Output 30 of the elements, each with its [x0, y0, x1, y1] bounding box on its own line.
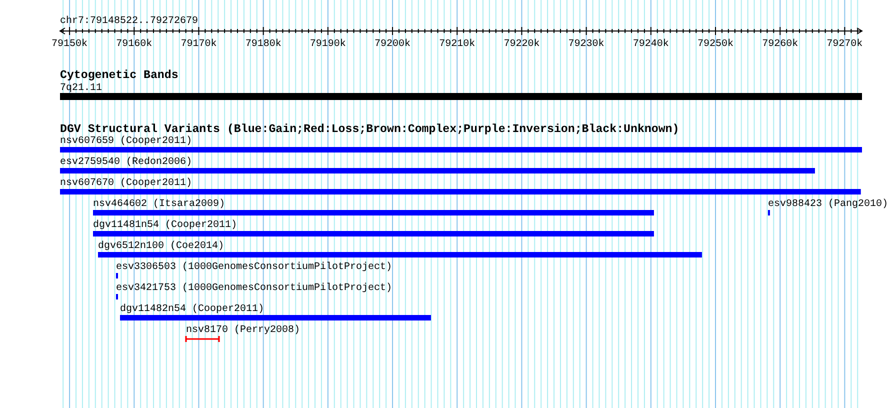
feature-label: esv3421753 (1000GenomesConsortiumPilotProject)	[116, 283, 392, 294]
variant-bar	[768, 210, 770, 216]
tick-label: 79160k	[116, 39, 152, 50]
ruler-title: chr7:79148522..79272679	[60, 16, 198, 27]
tick-label: 79270k	[826, 39, 863, 50]
track-title: DGV Structural Variants (Blue:Gain;Red:Loss;Brown:Complex;Purple:Inversion;Black:Unknown)	[60, 123, 680, 136]
feature-label: esv988423 (Pang2010)	[768, 199, 888, 210]
feature-label: dgv11481n54 (Cooper2011)	[93, 220, 238, 231]
feature-label: nsv8170 (Perry2008)	[186, 325, 300, 336]
tick-label: 79150k	[52, 39, 88, 50]
feature-label: nsv464602 (Itsara2009)	[93, 199, 226, 210]
band-label: 7q21.11	[60, 83, 102, 94]
tick-label: 79170k	[180, 39, 217, 50]
feature-label: esv2759540 (Redon2006)	[60, 157, 192, 168]
tick-label: 79250k	[698, 39, 734, 50]
tick-label: 79220k	[504, 39, 540, 50]
track-title: Cytogenetic Bands	[60, 69, 178, 82]
feature-label: dgv11482n54 (Cooper2011)	[120, 304, 264, 315]
feature-label: esv3306503 (1000GenomesConsortiumPilotProject)	[116, 262, 392, 273]
loss-span	[185, 335, 220, 343]
tick-label: 79260k	[762, 39, 798, 50]
tick-label: 79200k	[374, 39, 411, 50]
tick-label: 79190k	[310, 39, 346, 50]
tick-label: 79240k	[632, 39, 669, 50]
feature-label: dgv6512n100 (Coe2014)	[98, 241, 224, 252]
feature-label: nsv607659 (Cooper2011)	[60, 136, 192, 147]
tick-label: 79230k	[568, 39, 604, 50]
tick-label: 79210k	[439, 39, 476, 50]
tick-label: 79180k	[245, 39, 282, 50]
feature-label: nsv607670 (Cooper2011)	[60, 178, 192, 189]
